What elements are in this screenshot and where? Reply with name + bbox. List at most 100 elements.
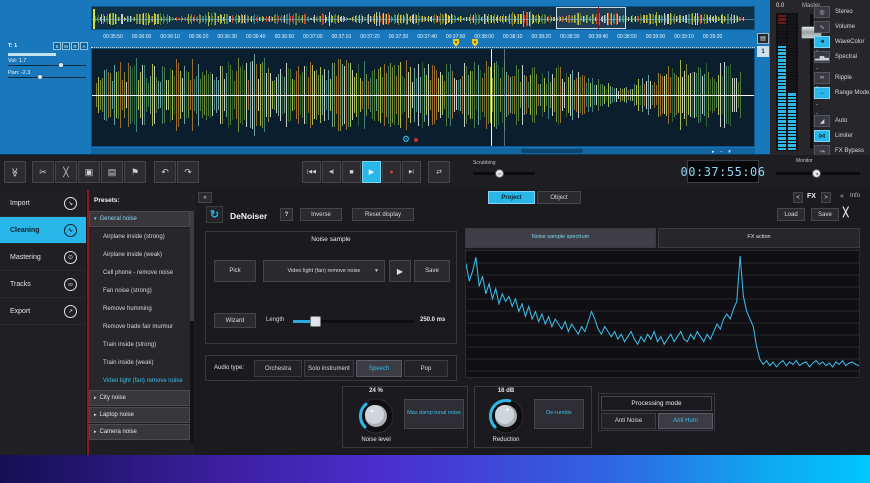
close-icon[interactable]: ╳ [843, 207, 848, 218]
audio-type-speech[interactable]: Speech [356, 360, 402, 377]
next-button[interactable]: ▶| [402, 161, 421, 183]
auto-icon[interactable]: ◢ [814, 115, 830, 127]
sidebar-item-cleaning[interactable]: Cleaning ∿ [0, 217, 86, 244]
preset-group-laptop-noise[interactable]: ▸ Laptop noise [89, 407, 190, 423]
play-button[interactable]: ▶ [362, 161, 381, 183]
stereo-icon[interactable]: ◎ [814, 6, 830, 18]
preset-group-camera-noise[interactable]: ▸ Camera noise [89, 424, 190, 440]
layer-number-button[interactable]: 1 [757, 46, 769, 57]
noise-preset-dropdown[interactable]: Video light (fan) remove noise ▼ [263, 260, 385, 282]
tab-object[interactable]: Object [537, 191, 581, 204]
tab-fx-action[interactable]: FX action [658, 228, 860, 248]
scrubbing-slider[interactable]: •• [473, 169, 535, 178]
preset-item[interactable]: Airplane inside (strong) [89, 228, 190, 246]
presets-scroll-thumb[interactable] [190, 211, 194, 321]
cut-button[interactable]: ✂ [32, 161, 54, 183]
preset-item[interactable]: Train inside (weak) [89, 354, 190, 372]
loop-button[interactable]: ⇄ [428, 161, 450, 183]
preset-group-general-noise[interactable]: ▾ General noise [89, 211, 190, 227]
processing-option-anti-hum[interactable]: Anti Hum [658, 413, 713, 429]
audio-type-pop[interactable]: Pop [404, 360, 448, 377]
record-button[interactable]: ● [382, 161, 401, 183]
track-button-m[interactable]: M [62, 42, 70, 50]
fx-next-button[interactable]: > [821, 192, 831, 203]
collapse-toolbar-button[interactable]: ≫ [4, 161, 26, 183]
preset-item[interactable]: Video light (fan) remove noise [89, 372, 190, 390]
monitor-slider[interactable]: ◂ [776, 169, 860, 178]
volume-slider[interactable]: Vol: 1.7 [8, 58, 88, 68]
preset-group-city-noise[interactable]: ▸ City noise [89, 390, 190, 406]
waveform-display[interactable]: ⚙ [91, 48, 755, 147]
info-collapse-icon[interactable]: « [840, 193, 844, 200]
info-label[interactable]: Info [850, 193, 860, 199]
monitor-handle[interactable]: ◂ [812, 169, 822, 178]
spectral-icon[interactable]: ▂▅▃ [814, 51, 830, 63]
preset-item[interactable]: Cell phone - remove noise [89, 264, 190, 282]
max-damp-tonal-noise-button[interactable]: Max damp tonal noise [404, 399, 464, 429]
ruler-marker-pin[interactable] [472, 39, 478, 47]
ripple-icon[interactable]: ∞ [814, 72, 830, 84]
preset-item[interactable]: Remove trade fair murmur [89, 318, 190, 336]
sidebar-item-export[interactable]: Export ↗ [0, 298, 86, 325]
noise-level-knob[interactable] [356, 396, 396, 436]
redo-button[interactable]: ↷ [177, 161, 199, 183]
paste-button[interactable]: ▤ [101, 161, 123, 183]
limiter-icon[interactable]: ⋈ [814, 130, 830, 142]
layers-icon[interactable]: ▤ [757, 33, 769, 44]
spectrum-chart[interactable] [465, 250, 860, 378]
scrollbar-thumb[interactable] [521, 149, 583, 153]
preset-item[interactable]: Train inside (strong) [89, 336, 190, 354]
copy-button[interactable]: ▣ [78, 161, 100, 183]
overview-strip[interactable] [91, 6, 755, 30]
reset-display-button[interactable]: Reset display [352, 208, 414, 221]
collapse-panel-button[interactable]: « [198, 192, 212, 203]
sidebar-item-import[interactable]: Import ↘ [0, 190, 86, 217]
tab-project[interactable]: Project [488, 191, 535, 204]
reduction-knob[interactable] [486, 396, 526, 436]
preset-item[interactable]: Remove humming [89, 300, 190, 318]
audio-type-orchestra[interactable]: Orchestra [254, 360, 302, 377]
save-sample-button[interactable]: Save [414, 260, 450, 282]
volume-icon[interactable]: ∿ [814, 21, 830, 33]
play-sample-button[interactable]: ▶ [389, 260, 411, 282]
preset-item[interactable]: Airplane inside (weak) [89, 246, 190, 264]
timeline-ruler[interactable]: 00:35:50 00:36:00 00:36:10 00:36:20 00:36:30… [91, 31, 755, 48]
wavecolor-icon[interactable]: ◄ [814, 36, 830, 48]
load-button[interactable]: Load [777, 208, 805, 221]
sidebar-item-mastering[interactable]: Mastering ⊙ [0, 244, 86, 271]
tab-noise-sample-spectrum[interactable]: Noise sample spectrum [465, 228, 656, 248]
prev-button[interactable]: ◀| [322, 161, 341, 183]
save-preset-button[interactable]: Save [811, 208, 839, 221]
go-start-button[interactable]: |◀◀ [302, 161, 321, 183]
gear-icon[interactable]: ⚙ [402, 134, 410, 145]
pan-handle[interactable] [37, 74, 43, 80]
horizontal-scrollbar[interactable] [91, 148, 755, 154]
track-button-a[interactable]: A [80, 42, 88, 50]
audio-type-solo-instrument[interactable]: Solo instrument [304, 360, 354, 377]
mastering-icon: ⊙ [64, 250, 77, 264]
range-mode-icon[interactable]: ↔ [814, 87, 830, 99]
sidebar-item-tracks[interactable]: Tracks ID [0, 271, 86, 298]
ruler-tick: 00:38:20 [531, 34, 551, 40]
undo-button[interactable]: ↶ [154, 161, 176, 183]
scrubbing-handle[interactable]: •• [495, 169, 505, 178]
stop-button[interactable]: ■ [342, 161, 361, 183]
length-slider[interactable] [293, 316, 415, 327]
track-button-s[interactable]: S [53, 42, 61, 50]
preset-item[interactable]: Fan noise (strong) [89, 282, 190, 300]
pan-slider[interactable]: Pan: -2.3 [8, 70, 88, 80]
volume-handle[interactable] [58, 62, 64, 68]
de-rumble-button[interactable]: De-rumble [534, 399, 584, 429]
inverse-button[interactable]: Inverse [300, 208, 342, 221]
fx-prev-button[interactable]: < [793, 192, 803, 203]
delete-button[interactable]: ╳ [55, 161, 77, 183]
length-handle[interactable] [309, 316, 321, 327]
ruler-marker-pin[interactable] [453, 39, 459, 47]
track-button-r[interactable]: R [71, 42, 79, 50]
pick-button[interactable]: Pick [214, 260, 256, 282]
wizard-button[interactable]: Wizard [214, 313, 256, 328]
processing-option-anti-noise[interactable]: Anti Noise [601, 413, 656, 429]
marker-button[interactable]: ⚑ [124, 161, 146, 183]
overview-selection[interactable] [556, 7, 626, 29]
help-button[interactable]: ? [280, 208, 293, 221]
